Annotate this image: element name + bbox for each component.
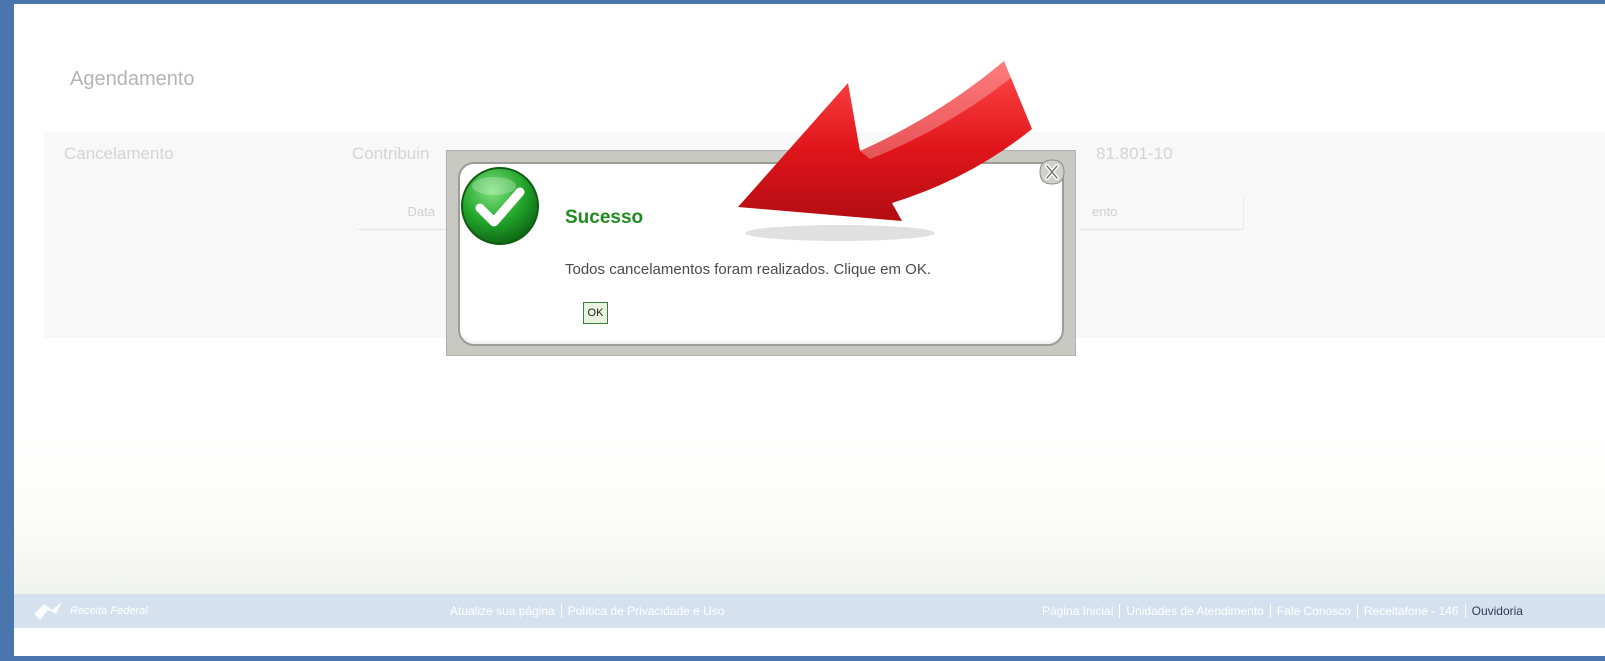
- footer-link-fale-conosco[interactable]: Fale Conosco: [1269, 604, 1357, 618]
- cancelamento-label: Cancelamento: [64, 144, 174, 163]
- check-icon: [461, 167, 539, 245]
- footer-link-pagina-inicial[interactable]: Página Inicial: [1036, 604, 1119, 618]
- red-arrow-annotation: [738, 61, 1032, 241]
- footer-brand: Receita Federal: [70, 605, 148, 617]
- cnpj-value: 81.801-10: [1096, 144, 1173, 163]
- dialog-message: Todos cancelamentos foram realizados. Cl…: [565, 261, 932, 278]
- footer-link-receitafone[interactable]: Receitafone - 146: [1356, 604, 1465, 618]
- receita-federal-logo-icon: [34, 602, 62, 620]
- footer-links-center: Atualize sua página Política de Privacid…: [444, 604, 731, 618]
- dialog-title: Sucesso: [565, 207, 644, 228]
- background-gradient: [14, 434, 1605, 594]
- footer-spacer: [14, 628, 1605, 656]
- column-header-data: Data: [358, 196, 448, 230]
- contribuinte-label: Contribuin: [352, 144, 430, 163]
- footer-bar: Receita Federal Atualize sua página Polí…: [14, 594, 1605, 628]
- page-title: Agendamento: [70, 68, 195, 90]
- footer-link-unidades[interactable]: Unidades de Atendimento: [1119, 604, 1269, 618]
- footer-link-politica[interactable]: Política de Privacidade e Uso: [560, 604, 731, 618]
- ok-button[interactable]: OK: [583, 302, 608, 324]
- column-header-agendamento: ento: [1080, 196, 1244, 230]
- footer-link-ouvidoria[interactable]: Ouvidoria: [1464, 604, 1529, 618]
- footer-links-right: Página Inicial Unidades de Atendimento F…: [1036, 604, 1529, 618]
- footer-link-atualize[interactable]: Atualize sua página: [444, 604, 561, 618]
